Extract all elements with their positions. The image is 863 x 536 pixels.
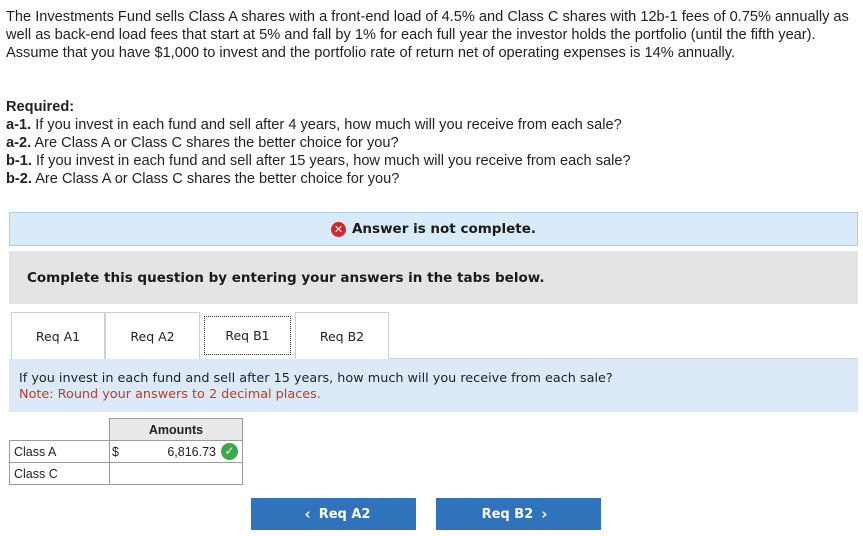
- required-item-text: If you invest in each fund and sell afte…: [31, 117, 622, 133]
- table-header-row: Amounts: [10, 418, 243, 441]
- tab-question-text: If you invest in each fund and sell afte…: [19, 371, 613, 386]
- required-item-text: If you invest in each fund and sell afte…: [31, 153, 631, 169]
- table-corner: [10, 419, 110, 441]
- required-list: a-1. If you invest in each fund and sell…: [6, 116, 858, 188]
- tab-req-b1[interactable]: Req B1: [200, 312, 295, 359]
- currency-symbol: $: [112, 445, 119, 459]
- next-button-label: Req B2: [481, 506, 534, 522]
- required-heading: Required:: [6, 99, 75, 115]
- required-item-key: a-1.: [6, 117, 32, 133]
- tab-label: Req A2: [130, 328, 175, 344]
- chevron-right-icon: ›: [541, 505, 548, 523]
- required-item-key: b-1.: [6, 153, 32, 169]
- problem-statement: The Investments Fund sells Class A share…: [6, 9, 849, 61]
- tab-req-a2[interactable]: Req A2: [105, 312, 200, 359]
- question-page: The Investments Fund sells Class A share…: [0, 0, 863, 536]
- x-circle-icon: ✕: [330, 221, 346, 237]
- required-item-text: Are Class A or Class C shares the better…: [31, 135, 399, 151]
- required-item-text: Are Class A or Class C shares the better…: [31, 171, 400, 187]
- tab-req-b2[interactable]: Req B2: [295, 312, 389, 359]
- next-req-b2-button[interactable]: Req B2 ›: [436, 498, 601, 530]
- table-row: Class A $ 6,816.73 ✓: [9, 440, 243, 463]
- tab-req-a1[interactable]: Req A1: [11, 312, 105, 359]
- rounding-note: Note: Round your answers to 2 decimal pl…: [19, 387, 321, 402]
- chevron-left-icon: ‹: [304, 505, 311, 523]
- tab-label: Req A1: [35, 328, 81, 344]
- amount-value: 6,816.73: [167, 445, 216, 459]
- prev-req-a2-button[interactable]: ‹ Req A2: [251, 498, 416, 530]
- tab-focus-ring: [204, 316, 291, 355]
- row-label-class-a: Class A: [9, 440, 110, 463]
- row-label-class-c: Class C: [9, 462, 110, 485]
- required-item-key: b-2.: [6, 171, 32, 187]
- instruction-text: Complete this question by entering your …: [27, 269, 545, 286]
- required-item: a-1. If you invest in each fund and sell…: [6, 116, 858, 134]
- checkmark-icon: ✓: [221, 443, 238, 460]
- required-item: b-2. Are Class A or Class C shares the b…: [6, 170, 858, 188]
- table-row: Class C: [9, 462, 243, 485]
- tab-question-panel: If you invest in each fund and sell afte…: [9, 359, 858, 412]
- answer-status-banner: ✕ Answer is not complete.: [9, 212, 858, 246]
- tab-label: Req B2: [319, 328, 365, 344]
- required-item: a-2. Are Class A or Class C shares the b…: [6, 134, 858, 152]
- answer-status-text: Answer is not complete.: [351, 221, 536, 237]
- class-c-amount-field[interactable]: [109, 462, 243, 485]
- class-a-amount-field[interactable]: $ 6,816.73 ✓: [109, 440, 243, 463]
- prev-button-label: Req A2: [318, 506, 371, 522]
- column-header-amounts: Amounts: [109, 418, 243, 441]
- answer-table: Amounts Class A $ 6,816.73 ✓ Class C: [9, 418, 243, 485]
- required-item-key: a-2.: [6, 135, 32, 151]
- required-item: b-1. If you invest in each fund and sell…: [6, 152, 858, 170]
- instruction-bar: Complete this question by entering your …: [9, 251, 858, 304]
